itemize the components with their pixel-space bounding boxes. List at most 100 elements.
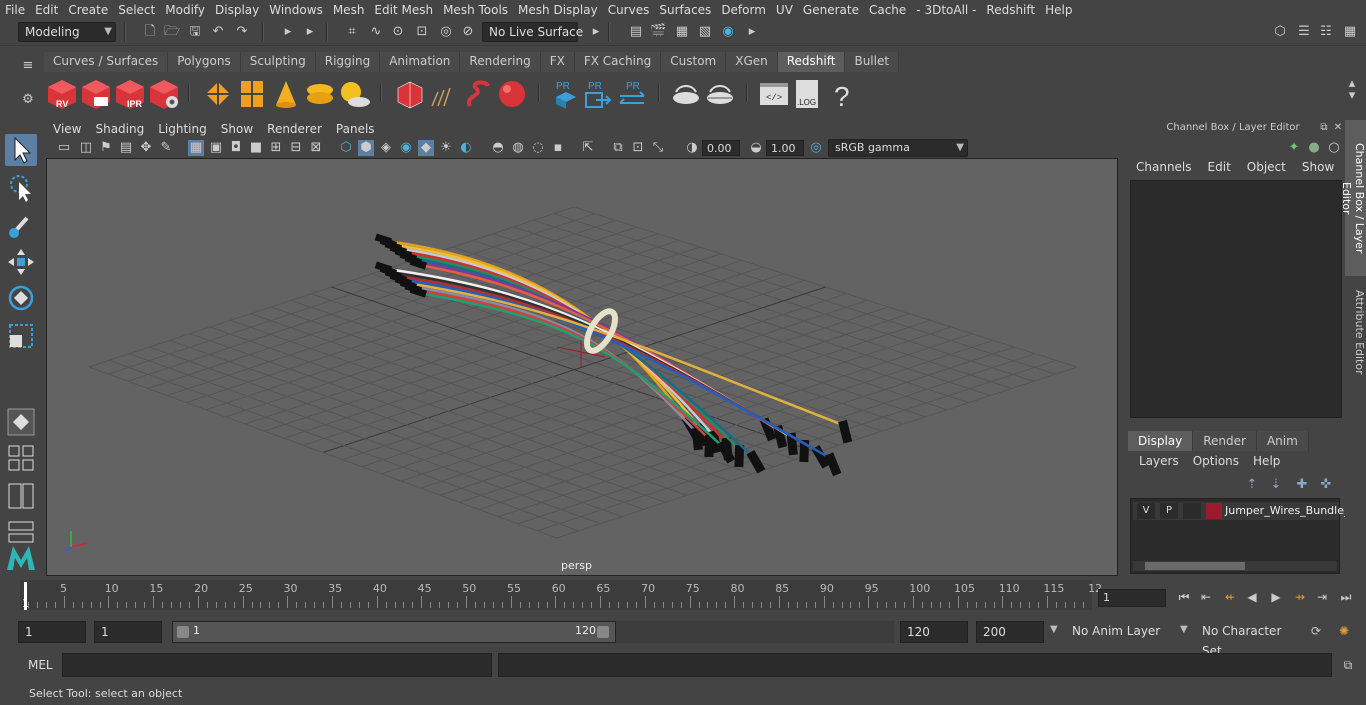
redshift-render-view-icon[interactable]: RV: [46, 78, 78, 110]
move-layer-down-icon[interactable]: ⇣: [1268, 477, 1284, 493]
layer-playback-toggle[interactable]: P: [1160, 503, 1178, 519]
redshift-spotlight-icon[interactable]: [270, 78, 302, 110]
playback-start-field[interactable]: 1: [94, 621, 162, 643]
image-plane-icon[interactable]: ▤: [118, 140, 134, 156]
current-time-marker[interactable]: [24, 582, 27, 610]
tab-polygons[interactable]: Polygons: [168, 52, 241, 72]
viewport-menu-lighting[interactable]: Lighting: [151, 122, 214, 136]
scale-tool-icon[interactable]: [5, 320, 37, 352]
tab-redshift[interactable]: Redshift: [777, 52, 846, 72]
redshift-proxy-icon[interactable]: [202, 78, 234, 110]
layer-menu-help[interactable]: Help: [1246, 454, 1287, 468]
rotate-tool-icon[interactable]: [5, 282, 37, 314]
depth-of-field-icon[interactable]: ⤡: [650, 140, 666, 156]
channel-box-icon[interactable]: ▦: [1342, 24, 1358, 40]
side-tab-channel-box[interactable]: Channel Box / Layer Editor: [1340, 120, 1366, 276]
redo-icon[interactable]: ↷: [234, 24, 250, 40]
channel-menu-edit[interactable]: Edit: [1200, 160, 1239, 178]
frame-all-icon[interactable]: ⧉: [610, 140, 626, 156]
redshift-ies-light-icon[interactable]: [304, 78, 336, 110]
xray-components-icon[interactable]: ▪: [550, 140, 566, 156]
animation-preferences-icon[interactable]: ✺: [1334, 622, 1354, 640]
time-slider[interactable]: 5 10 15 20 25 30 35 40 45 50 55 60 65 70 75 80 85 90 95 100…: [20, 580, 1102, 612]
time-slider-track[interactable]: 5 10 15 20 25 30 35 40 45 50 55 60 65 70 75 80 85 90 95 100…: [20, 580, 1102, 610]
menu-redshift[interactable]: Redshift: [981, 3, 1040, 17]
exposure-field[interactable]: 0.00: [702, 140, 740, 156]
tab-xgen[interactable]: XGen: [726, 52, 778, 72]
tab-fx[interactable]: FX: [540, 52, 575, 72]
new-layer-icon[interactable]: ✚: [1294, 477, 1310, 493]
script-editor-icon[interactable]: ⧉: [1338, 656, 1358, 674]
layer-display-type-toggle[interactable]: [1183, 503, 1201, 519]
menu-mesh-display[interactable]: Mesh Display: [513, 3, 603, 17]
layer-row[interactable]: V P Jumper_Wires_Bundle_: [1133, 502, 1349, 520]
gamma-icon[interactable]: ◒: [748, 140, 764, 156]
chevron-down-icon[interactable]: ▼: [1180, 624, 1188, 635]
tab-rendering[interactable]: Rendering: [460, 52, 541, 72]
grid-toggle-icon[interactable]: ▦: [188, 140, 204, 156]
render-current-icon[interactable]: 🎬: [650, 24, 666, 40]
layer-scrollbar[interactable]: [1133, 561, 1337, 571]
viewport-menu-shading[interactable]: Shading: [88, 122, 151, 136]
menu-3dtoall[interactable]: - 3DtoAll -: [911, 3, 981, 17]
tab-curves-surfaces[interactable]: Curves / Surfaces: [44, 52, 169, 72]
menu-help[interactable]: Help: [1040, 3, 1077, 17]
2d-pan-zoom-icon[interactable]: ✥: [138, 140, 154, 156]
resolution-gate-icon[interactable]: ◘: [228, 140, 244, 156]
channel-box-options-icon[interactable]: ✦: [1286, 140, 1302, 156]
range-end-handle[interactable]: [597, 626, 609, 638]
range-start-handle[interactable]: [177, 626, 189, 638]
tab-rigging[interactable]: Rigging: [315, 52, 381, 72]
auto-key-icon[interactable]: ⟳: [1306, 622, 1326, 640]
snap-surface-icon[interactable]: ◎: [438, 24, 454, 40]
playback-end-field[interactable]: 120: [900, 621, 968, 643]
layer-visibility-toggle[interactable]: V: [1137, 503, 1155, 519]
film-gate-icon[interactable]: ▣: [208, 140, 224, 156]
safe-action-icon[interactable]: ⊟: [288, 140, 304, 156]
tab-render[interactable]: Render: [1193, 431, 1257, 451]
tab-display[interactable]: Display: [1128, 431, 1194, 451]
go-to-end-icon[interactable]: ⏭: [1336, 588, 1356, 606]
step-back-key-icon[interactable]: ⇷: [1220, 588, 1240, 606]
smooth-shade-icon[interactable]: ⬢: [358, 140, 374, 156]
new-layer-selected-icon[interactable]: ✜: [1318, 477, 1334, 493]
animation-end-field[interactable]: 200: [976, 621, 1044, 643]
layer-menu-options[interactable]: Options: [1186, 454, 1246, 468]
redshift-sun-sky-icon[interactable]: [338, 78, 370, 110]
channel-menu-object[interactable]: Object: [1239, 160, 1294, 178]
chevron-down-icon[interactable]: ▼: [1050, 624, 1058, 635]
character-set-selector[interactable]: No Character Set: [1196, 621, 1300, 658]
redshift-pr-swap-icon[interactable]: PR: [616, 78, 648, 110]
two-pane-layout-icon[interactable]: [5, 480, 37, 512]
camera-attributes-icon[interactable]: ◫: [78, 140, 94, 156]
field-chart-icon[interactable]: ⊞: [268, 140, 284, 156]
viewport-menu-view[interactable]: View: [46, 122, 88, 136]
perspective-viewport[interactable]: persp: [46, 158, 1118, 576]
step-forward-key-icon[interactable]: ⇸: [1290, 588, 1310, 606]
menu-windows[interactable]: Windows: [264, 3, 328, 17]
tool-settings-icon[interactable]: ☷: [1318, 24, 1334, 40]
move-tool-icon[interactable]: [5, 246, 37, 278]
menu-edit[interactable]: Edit: [30, 3, 63, 17]
attribute-editor-icon[interactable]: ☰: [1296, 24, 1312, 40]
menu-surfaces[interactable]: Surfaces: [654, 3, 716, 17]
modeling-toolkit-icon[interactable]: ⬡: [1272, 24, 1288, 40]
safe-title-icon[interactable]: ⊠: [308, 140, 324, 156]
menu-cache[interactable]: Cache: [864, 3, 911, 17]
use-all-lights-icon[interactable]: ◆: [418, 140, 434, 156]
tab-bullet[interactable]: Bullet: [845, 52, 900, 72]
menu-generate[interactable]: Generate: [798, 3, 864, 17]
save-scene-icon[interactable]: 🖫: [187, 24, 203, 40]
redshift-portal-icon[interactable]: [236, 78, 268, 110]
xray-joints-icon[interactable]: ◌: [530, 140, 546, 156]
redshift-render-sequence-icon[interactable]: [80, 78, 112, 110]
snap-selection-icon[interactable]: ⇱: [580, 140, 596, 156]
gate-mask-icon[interactable]: ■: [248, 140, 264, 156]
snap-view-icon[interactable]: ⊡: [414, 24, 430, 40]
script-editor-icon[interactable]: </>: [758, 78, 790, 110]
move-layer-up-icon[interactable]: ⇡: [1244, 477, 1260, 493]
layer-color-swatch[interactable]: [1206, 503, 1222, 519]
menu-uv[interactable]: UV: [771, 3, 798, 17]
undo-icon[interactable]: ↶: [210, 24, 226, 40]
redshift-ipr-icon[interactable]: IPR: [114, 78, 146, 110]
